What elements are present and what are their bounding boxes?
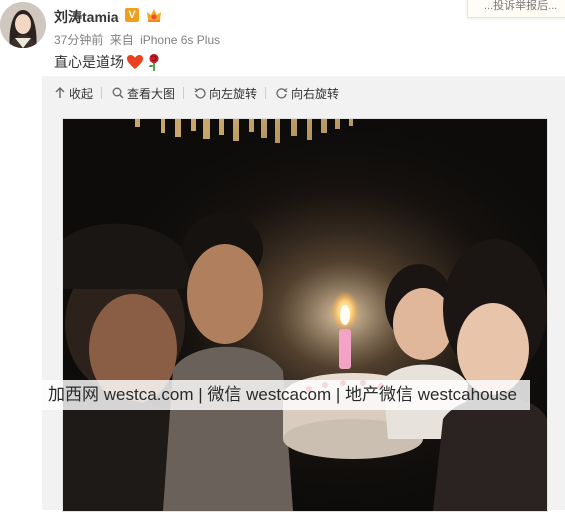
rotate-left-icon bbox=[194, 88, 206, 99]
media-box: 收起 查看大图 向左旋转 向右旋转 bbox=[42, 76, 565, 512]
toolbar-divider bbox=[265, 87, 267, 99]
username[interactable]: 刘涛tamia bbox=[54, 7, 119, 27]
toolbar-divider bbox=[101, 87, 103, 99]
rotate-right-button[interactable]: 向右旋转 bbox=[276, 85, 339, 102]
view-large-label: 查看大图 bbox=[127, 86, 176, 101]
collapse-label: 收起 bbox=[69, 86, 94, 101]
post-text-content: 直心是道场 bbox=[54, 54, 124, 70]
source-prefix: 来自 bbox=[109, 33, 134, 47]
post-meta: 37分钟前 来自 iPhone 6s Plus bbox=[54, 31, 223, 48]
weibo-post: ...投诉举报后... 刘涛tamia V 37分钟前 来自 iPhone 6s… bbox=[0, 0, 565, 512]
post-source[interactable]: iPhone 6s Plus bbox=[140, 33, 220, 47]
rose-icon bbox=[146, 53, 162, 71]
rotate-left-button[interactable]: 向左旋转 bbox=[194, 85, 257, 102]
view-large-button[interactable]: 查看大图 bbox=[112, 85, 175, 102]
crown-badge-icon[interactable] bbox=[145, 6, 163, 23]
arrow-up-icon bbox=[55, 87, 65, 98]
rotate-left-label: 向左旋转 bbox=[209, 86, 258, 101]
heart-icon bbox=[126, 54, 144, 70]
post-time[interactable]: 37分钟前 bbox=[54, 33, 103, 47]
post-photo[interactable] bbox=[62, 118, 548, 512]
watermark-banner: 加西网 westca.com | 微信 westcacom | 地产微信 wes… bbox=[35, 380, 530, 410]
popup-text: ...投诉举报后... bbox=[484, 0, 558, 12]
birthday-photo-image bbox=[63, 119, 547, 511]
rotate-right-label: 向右旋转 bbox=[291, 86, 340, 101]
avatar-icon bbox=[0, 2, 46, 48]
toolbar-divider bbox=[183, 87, 185, 99]
media-toolbar: 收起 查看大图 向左旋转 向右旋转 bbox=[54, 84, 339, 102]
avatar[interactable] bbox=[0, 2, 46, 48]
search-icon bbox=[112, 87, 124, 99]
popup-notice: ...投诉举报后... bbox=[467, 0, 565, 18]
collapse-button[interactable]: 收起 bbox=[54, 85, 93, 102]
post-text: 直心是道场 bbox=[54, 52, 162, 72]
verified-badge[interactable]: V bbox=[125, 8, 139, 22]
rotate-right-icon bbox=[276, 88, 288, 99]
